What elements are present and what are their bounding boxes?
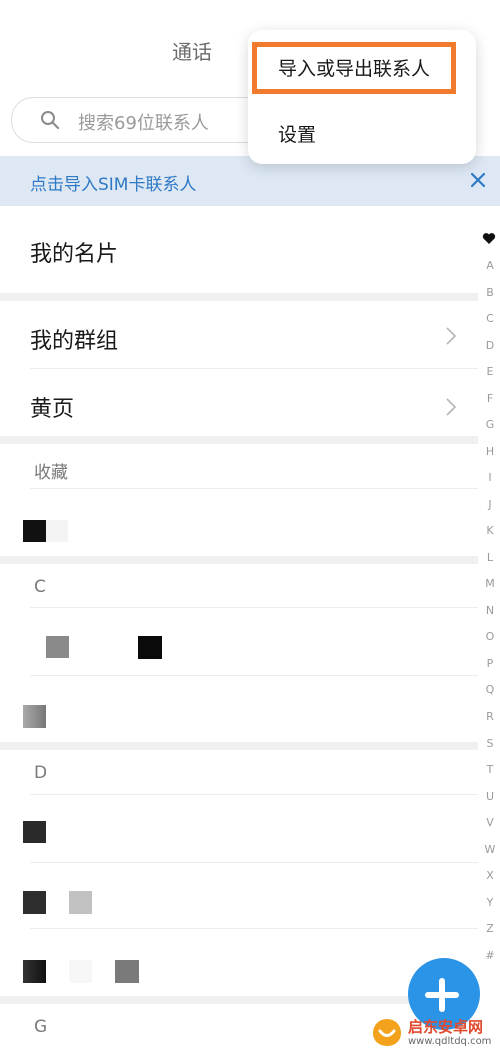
alphabet-index-letter[interactable]: G [480,418,500,431]
chevron-right-icon [446,327,457,345]
section-gap [0,742,478,750]
list-item[interactable] [0,798,478,862]
watermark-brand: 启东安卓网 [408,1018,484,1036]
alphabet-index-letter[interactable]: S [480,737,500,750]
plus-icon [439,978,445,1012]
alphabet-index-letter[interactable]: C [480,312,500,325]
section-gap [0,996,478,1004]
alphabet-index-letter[interactable]: T [480,763,500,776]
list-item[interactable] [0,865,478,929]
divider [30,607,478,608]
list-item[interactable] [0,678,478,742]
alphabet-index-letter[interactable]: E [480,365,500,378]
chevron-right-icon [446,398,457,416]
alphabet-index-letter[interactable]: # [480,949,500,962]
name-redacted [115,960,139,983]
tab-calls[interactable]: 通话 [172,36,212,65]
divider [30,794,478,795]
close-icon[interactable] [470,172,486,188]
avatar [23,960,46,983]
name-redacted [46,520,68,542]
avatar [23,705,46,728]
sim-import-banner-text[interactable]: 点击导入SIM卡联系人 [30,170,196,195]
alphabet-index-letter[interactable]: W [480,843,500,856]
section-header-favorites: 收藏 [34,463,68,483]
alphabet-index-letter[interactable]: P [480,657,500,670]
alphabet-index-letter[interactable]: U [480,790,500,803]
yellow-pages-row[interactable]: 黄页 [30,391,74,423]
avatar [23,891,46,914]
section-header-g: G [34,1017,48,1037]
alphabet-index-letter[interactable]: I [480,471,500,484]
search-placeholder: 搜索69位联系人 [78,113,209,134]
section-header-c: C [34,577,46,597]
alphabet-index-letter[interactable]: A [480,259,500,272]
my-groups-row[interactable]: 我的群组 [30,323,118,355]
divider [30,488,478,489]
alphabet-index-letter[interactable]: J [480,498,500,511]
name-redacted [69,960,92,983]
alphabet-index-letter[interactable]: F [480,392,500,405]
list-item[interactable] [0,932,478,996]
alphabet-index-letter[interactable]: R [480,710,500,723]
search-icon [41,111,59,129]
avatar [23,821,46,843]
heart-icon[interactable] [482,232,496,245]
list-item[interactable] [0,495,478,555]
alphabet-index-letter[interactable]: H [480,445,500,458]
alphabet-index-letter[interactable]: Y [480,896,500,909]
alphabet-index-letter[interactable]: B [480,286,500,299]
alphabet-index-letter[interactable]: N [480,604,500,617]
name-redacted [138,636,162,659]
my-card-row[interactable]: 我的名片 [30,236,118,268]
alphabet-index-letter[interactable]: O [480,630,500,643]
watermark-url: www.qdltdq.com [408,1036,492,1047]
search-input[interactable]: 搜索69位联系人 [11,97,283,143]
section-gap [0,436,478,444]
section-header-d: D [34,763,48,783]
alphabet-index-letter[interactable]: V [480,816,500,829]
alphabet-index-letter[interactable]: L [480,551,500,564]
menu-item-import-export[interactable]: 导入或导出联系人 [278,54,430,81]
alphabet-index-letter[interactable]: K [480,524,500,537]
name-redacted [69,891,92,914]
menu-item-settings[interactable]: 设置 [278,120,316,147]
alphabet-index-letter[interactable]: Q [480,683,500,696]
alphabet-index-letter[interactable]: X [480,869,500,882]
watermark-logo-icon [373,1019,401,1046]
list-item[interactable] [0,610,478,676]
avatar [23,520,46,542]
alphabet-index-letter[interactable]: D [480,339,500,352]
divider [30,675,478,676]
section-gap [0,556,478,564]
alphabet-index-letter[interactable]: Z [480,922,500,935]
divider [30,862,478,863]
section-gap [0,293,478,301]
divider [30,928,478,929]
avatar [46,636,69,658]
divider [30,368,478,369]
alphabet-index-letter[interactable]: M [480,577,500,590]
